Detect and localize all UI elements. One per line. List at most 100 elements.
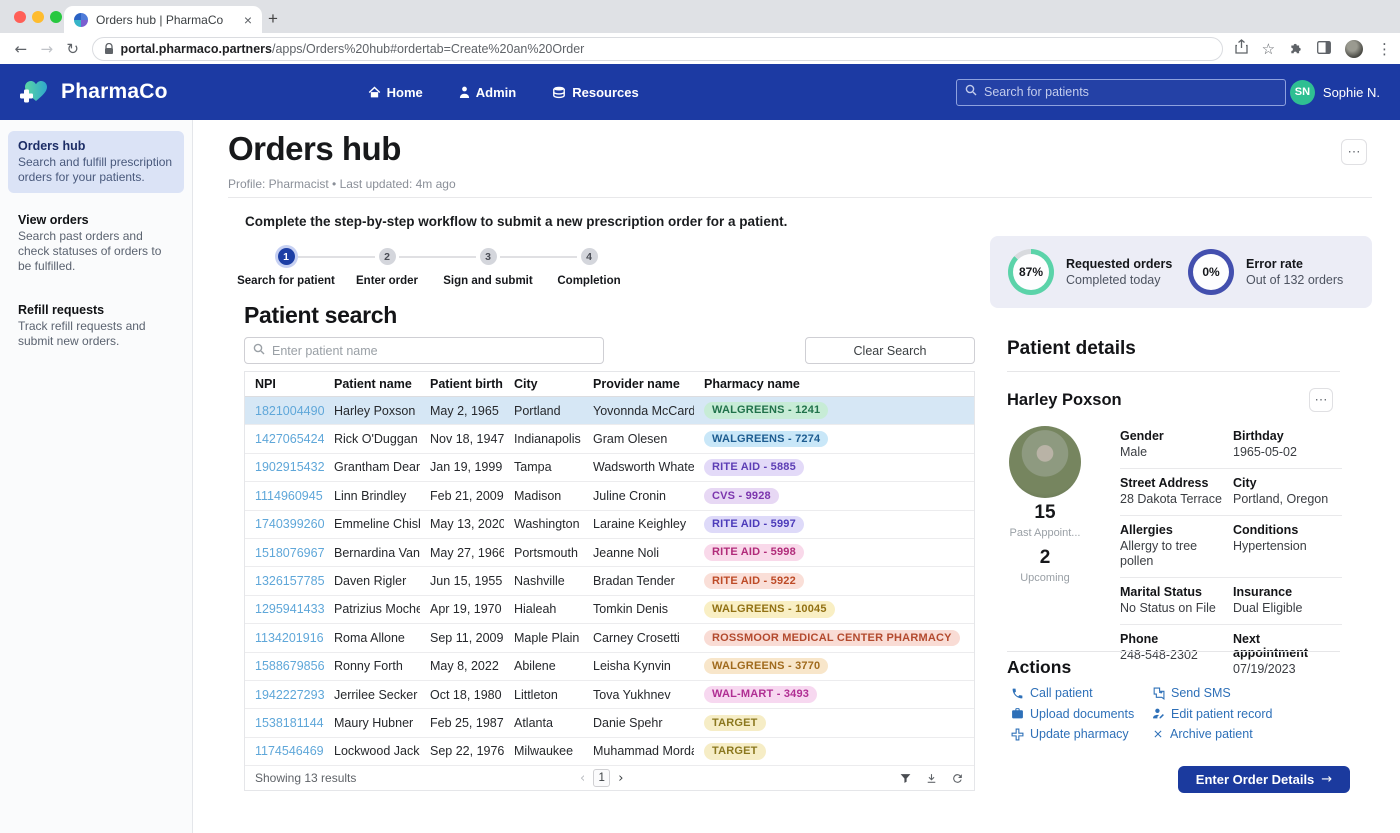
pharmaco-logo-icon	[18, 74, 52, 111]
back-icon[interactable]: ←	[8, 40, 34, 58]
patient-name: Harley Poxson	[1007, 391, 1122, 410]
browser-profile-avatar[interactable]	[1345, 40, 1363, 58]
download-icon[interactable]	[925, 772, 938, 785]
page-number[interactable]: 1	[593, 769, 610, 787]
admin-icon	[459, 86, 470, 99]
action-send-sms[interactable]: Send SMS	[1152, 686, 1272, 700]
npi-link[interactable]: 1326157785	[255, 574, 324, 588]
npi-link[interactable]: 1902915432	[255, 460, 324, 474]
new-tab-button[interactable]: +	[268, 9, 278, 29]
nav-item-home[interactable]: Home	[368, 85, 423, 100]
patient-search-field[interactable]	[244, 337, 604, 364]
patient-more-button[interactable]: ⋯	[1309, 388, 1333, 412]
nav-item-resources[interactable]: Resources	[552, 85, 638, 100]
step-1: 1Search for patient	[236, 248, 336, 287]
window-minimize-button[interactable]	[32, 11, 44, 23]
prev-page-icon[interactable]: ‹	[580, 771, 585, 786]
tab-title: Orders hub | PharmaCo	[96, 13, 236, 27]
table-row[interactable]: 1538181144Maury HubnerFeb 25, 1987Atlant…	[245, 709, 974, 737]
table-row[interactable]: 1942227293Jerrilee SeckerOct 18, 1980Lit…	[245, 681, 974, 709]
side-panel-icon[interactable]	[1317, 39, 1331, 58]
step-number: 1	[278, 248, 295, 265]
table-row[interactable]: 1588679856Ronny ForthMay 8, 2022AbileneL…	[245, 653, 974, 681]
browser-tab[interactable]: Orders hub | PharmaCo ×	[64, 6, 262, 33]
npi-link[interactable]: 1295941433	[255, 602, 324, 616]
share-icon[interactable]	[1235, 39, 1248, 58]
field-value: 07/19/2023	[1233, 662, 1338, 677]
cell: Feb 25, 1987	[420, 716, 504, 730]
table-row[interactable]: 1134201916Roma AlloneSep 11, 2009Maple P…	[245, 624, 974, 652]
cell: Yovonnda McCardle	[583, 404, 694, 418]
nav-item-admin[interactable]: Admin	[459, 85, 516, 100]
cell: Portsmouth	[504, 546, 583, 560]
action-update-pharmacy[interactable]: Update pharmacy	[1011, 727, 1152, 741]
window-close-button[interactable]	[14, 11, 26, 23]
address-bar[interactable]: portal.pharmaco.partners/apps/Orders%20h…	[92, 37, 1223, 61]
npi-link[interactable]: 1174546469	[255, 744, 324, 758]
cell: May 2, 1965	[420, 404, 504, 418]
action-call-patient[interactable]: Call patient	[1011, 686, 1152, 700]
table-body: 1821004490Harley PoxsonMay 2, 1965Portla…	[245, 397, 974, 766]
field-label: Birthday	[1233, 429, 1338, 443]
patient-details-panel: Patient details Harley Poxson ⋯ 15 Past …	[1007, 120, 1372, 833]
table-row[interactable]: 1902915432Grantham Deam...Jan 19, 1999Ta…	[245, 454, 974, 482]
table-row[interactable]: 1295941433Patrizius MocherApr 19, 1970Hi…	[245, 596, 974, 624]
table-row[interactable]: 1174546469Lockwood JackeSep 22, 1976Milw…	[245, 738, 974, 766]
table-row[interactable]: 1518076967Bernardina Van ...May 27, 1966…	[245, 539, 974, 567]
cell: Tova Yukhnev	[583, 688, 694, 702]
brand[interactable]: PharmaCo	[18, 74, 168, 111]
search-icon	[965, 83, 977, 101]
action-edit-patient-record[interactable]: Edit patient record	[1152, 707, 1272, 721]
column-header: Patient name	[324, 377, 420, 391]
sidebar-item-refill-requests[interactable]: Refill requestsTrack refill requests and…	[8, 295, 184, 357]
npi-link[interactable]: 1588679856	[255, 659, 324, 673]
cell: Madison	[504, 489, 583, 503]
refresh-icon[interactable]	[951, 772, 964, 785]
npi-link[interactable]: 1821004490	[255, 404, 324, 418]
column-header: City	[504, 377, 583, 391]
sidebar: Orders hubSearch and fulfill prescriptio…	[0, 120, 193, 833]
reload-icon[interactable]: ↻	[60, 40, 86, 58]
user-menu[interactable]: SN Sophie N.	[1290, 80, 1380, 105]
browser-toolbar: ← → ↻ portal.pharmaco.partners/apps/Orde…	[0, 33, 1400, 64]
cell: Atlanta	[504, 716, 583, 730]
action-archive-patient[interactable]: Archive patient	[1152, 727, 1272, 741]
sidebar-item-orders-hub[interactable]: Orders hubSearch and fulfill prescriptio…	[8, 131, 184, 193]
table-row[interactable]: 1427065424Rick O'DugganNov 18, 1947India…	[245, 425, 974, 453]
npi-link[interactable]: 1740399260	[255, 517, 324, 531]
table-row[interactable]: 1821004490Harley PoxsonMay 2, 1965Portla…	[245, 397, 974, 425]
action-label: Send SMS	[1171, 686, 1231, 700]
browser-menu-icon[interactable]: ⋮	[1377, 40, 1392, 58]
patient-avatar	[1009, 426, 1081, 498]
patient-search-input[interactable]	[272, 344, 595, 358]
filter-icon[interactable]	[899, 772, 912, 785]
npi-link[interactable]: 1134201916	[255, 631, 324, 645]
table-row[interactable]: 1326157785Daven RiglerJun 15, 1955Nashvi…	[245, 567, 974, 595]
action-upload-documents[interactable]: Upload documents	[1011, 707, 1152, 721]
cell: Bradan Tender	[583, 574, 694, 588]
window-zoom-button[interactable]	[50, 11, 62, 23]
clear-search-button[interactable]: Clear Search	[805, 337, 975, 364]
header-search[interactable]	[956, 79, 1286, 106]
enter-order-details-button[interactable]: Enter Order Details →	[1178, 766, 1350, 793]
npi-link[interactable]: 1427065424	[255, 432, 324, 446]
results-count: Showing 13 results	[255, 771, 356, 785]
table-row[interactable]: 1740399260Emmeline ChishullMay 13, 2020W…	[245, 511, 974, 539]
npi-link[interactable]: 1114960945	[255, 489, 323, 503]
npi-link[interactable]: 1518076967	[255, 546, 324, 560]
extensions-icon[interactable]	[1289, 39, 1303, 58]
npi-link[interactable]: 1942227293	[255, 688, 324, 702]
next-page-icon[interactable]: ›	[618, 771, 623, 786]
header-search-input[interactable]	[984, 85, 1277, 99]
table-row[interactable]: 1114960945Linn BrindleyFeb 21, 2009Madis…	[245, 482, 974, 510]
npi-link[interactable]: 1538181144	[255, 716, 324, 730]
action-label: Call patient	[1030, 686, 1093, 700]
cell: Indianapolis	[504, 432, 583, 446]
sidebar-item-title: Refill requests	[18, 303, 174, 317]
field-value: 1965-05-02	[1233, 445, 1338, 460]
bookmark-star-icon[interactable]: ☆	[1262, 40, 1275, 58]
tab-close-icon[interactable]: ×	[244, 12, 252, 28]
forward-icon[interactable]: →	[34, 40, 60, 58]
sidebar-item-view-orders[interactable]: View ordersSearch past orders and check …	[8, 205, 184, 282]
field-marital-status: Marital StatusNo Status on File	[1120, 577, 1233, 624]
